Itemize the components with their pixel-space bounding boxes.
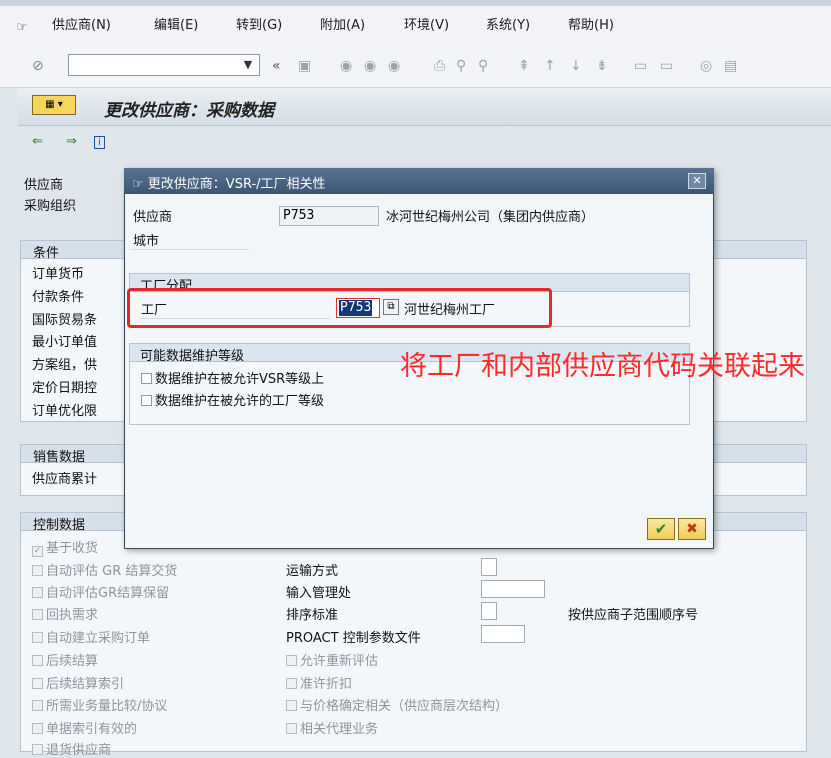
menu-vendor[interactable]: 供应商(N) <box>52 14 111 33</box>
purch-org-label: 采购组织 <box>24 199 77 214</box>
vendor-code-field: P753 <box>279 206 379 226</box>
screen-menu-button[interactable]: ▦ ▾ <box>32 95 76 115</box>
pricing-date-label: 定价日期控 <box>32 381 98 396</box>
sort-criterion-field[interactable] <box>481 602 497 620</box>
grant-discount-checkbox[interactable]: 准许折扣 <box>286 673 352 692</box>
subseq-settlement-checkbox[interactable]: 后续结算 <box>32 650 98 669</box>
close-icon[interactable]: ✕ <box>688 173 706 189</box>
ers-delivery-checkbox[interactable]: 自动评估 GR 结算交货 <box>32 560 177 579</box>
first-page-icon[interactable]: ⇞ <box>518 58 530 74</box>
vendor-cumulative-label: 供应商累计 <box>32 472 98 487</box>
shipping-mode-field[interactable] <box>481 558 497 576</box>
dialog-exit-icon: ☞ <box>132 177 148 192</box>
page-title: 更改供应商：采购数据 <box>104 101 274 121</box>
layout-icon[interactable]: ▤ <box>724 58 737 74</box>
volume-comparison-checkbox[interactable]: 所需业务量比较/协议 <box>32 695 167 714</box>
command-field[interactable] <box>68 54 260 76</box>
subseq-index-checkbox[interactable]: 后续结算索引 <box>32 673 124 692</box>
command-dropdown-icon[interactable]: ▼ <box>238 55 258 75</box>
next-page-icon[interactable]: ↓ <box>570 58 582 74</box>
city-label: 城市 <box>133 234 160 249</box>
gr-based-iv-checkbox[interactable]: ✓ 基于收货 <box>32 537 98 557</box>
vendor-label: 供应商 <box>24 178 64 193</box>
menu-environment[interactable]: 环境(V) <box>404 14 449 33</box>
prev-screen-icon[interactable]: ⇐ <box>32 134 43 149</box>
enter-icon[interactable]: ⊘ <box>32 58 44 74</box>
maint-vsr-checkbox[interactable]: 数据维护在被允许VSR等级上 <box>141 368 324 387</box>
menu-help[interactable]: 帮助(H) <box>568 14 614 33</box>
schema-group-label: 方案组，供 <box>32 358 98 373</box>
sort-criterion-note: 按供应商子范围顺序号 <box>568 608 699 623</box>
back-icon[interactable]: ◉ <box>340 58 352 74</box>
vendor-name: 冰河世纪梅州公司（集团内供应商） <box>386 210 595 225</box>
maintenance-level-title: 可能数据维护等级 <box>140 349 245 364</box>
conditions-title: 条件 <box>33 246 60 261</box>
annotation-text: 将工厂和内部供应商代码关联起来 <box>400 351 805 382</box>
menu-goto[interactable]: 转到(G) <box>236 14 282 33</box>
find-icon[interactable]: ⚲ <box>456 58 466 74</box>
order-currency-label: 订单货币 <box>32 267 85 282</box>
shipping-mode-label: 运输方式 <box>286 564 339 579</box>
print-icon[interactable]: ⎙ <box>434 58 445 74</box>
entry-office-label: 输入管理处 <box>286 586 352 601</box>
sales-title: 销售数据 <box>33 450 86 465</box>
cancel-button[interactable]: ✖ <box>678 518 706 540</box>
doc-index-checkbox[interactable]: 单据索引有效的 <box>32 718 137 737</box>
order-opt-label: 订单优化限 <box>32 404 98 419</box>
sort-criterion-label: 排序标准 <box>286 608 339 623</box>
incoterms-label: 国际贸易条 <box>32 313 98 328</box>
help-icon[interactable]: ◎ <box>700 58 712 74</box>
dialog-vendor-label: 供应商 <box>133 210 173 225</box>
new-session-icon[interactable]: ▭ <box>634 58 647 74</box>
auto-po-checkbox[interactable]: 自动建立采购订单 <box>32 627 150 646</box>
menu-extras[interactable]: 附加(A) <box>320 14 365 33</box>
maint-plant-checkbox[interactable]: 数据维护在被允许的工厂等级 <box>141 390 324 409</box>
collapse-icon[interactable]: « <box>272 58 281 74</box>
confirm-button[interactable]: ✔ <box>647 518 675 540</box>
payment-terms-label: 付款条件 <box>32 290 85 305</box>
find-next-icon[interactable]: ⚲ <box>478 58 488 74</box>
revaluation-checkbox[interactable]: 允许重新评估 <box>286 650 378 669</box>
menu-edit[interactable]: 编辑(E) <box>154 14 198 33</box>
next-screen-icon[interactable]: ⇒ <box>66 134 77 149</box>
ack-reqd-checkbox[interactable]: 回执需求 <box>32 604 98 623</box>
control-title: 控制数据 <box>33 518 86 533</box>
menu-exit-icon[interactable]: ☞ <box>16 20 28 35</box>
agency-business-checkbox[interactable]: 相关代理业务 <box>286 718 378 737</box>
highlight-box <box>127 288 552 328</box>
dialog-title: ☞ 更改供应商：VSR-/工厂相关性 <box>132 177 326 192</box>
save-icon[interactable]: ▣ <box>298 58 311 74</box>
proact-label: PROACT 控制参数文件 <box>286 631 421 646</box>
menu-system[interactable]: 系统(Y) <box>486 14 530 33</box>
proact-field[interactable] <box>481 625 525 643</box>
info-icon[interactable]: i <box>94 136 105 149</box>
entry-office-field[interactable] <box>481 580 545 598</box>
ers-reservation-checkbox[interactable]: 自动评估GR结算保留 <box>32 582 169 601</box>
shortcut-icon[interactable]: ▭ <box>660 58 673 74</box>
price-determination-checkbox[interactable]: 与价格确定相关（供应商层次结构） <box>286 695 508 714</box>
cancel-icon[interactable]: ◉ <box>388 58 400 74</box>
min-order-value-label: 最小订单值 <box>32 335 98 350</box>
prev-page-icon[interactable]: ↑ <box>544 58 556 74</box>
exit-icon[interactable]: ◉ <box>364 58 376 74</box>
last-page-icon[interactable]: ⇟ <box>596 58 608 74</box>
